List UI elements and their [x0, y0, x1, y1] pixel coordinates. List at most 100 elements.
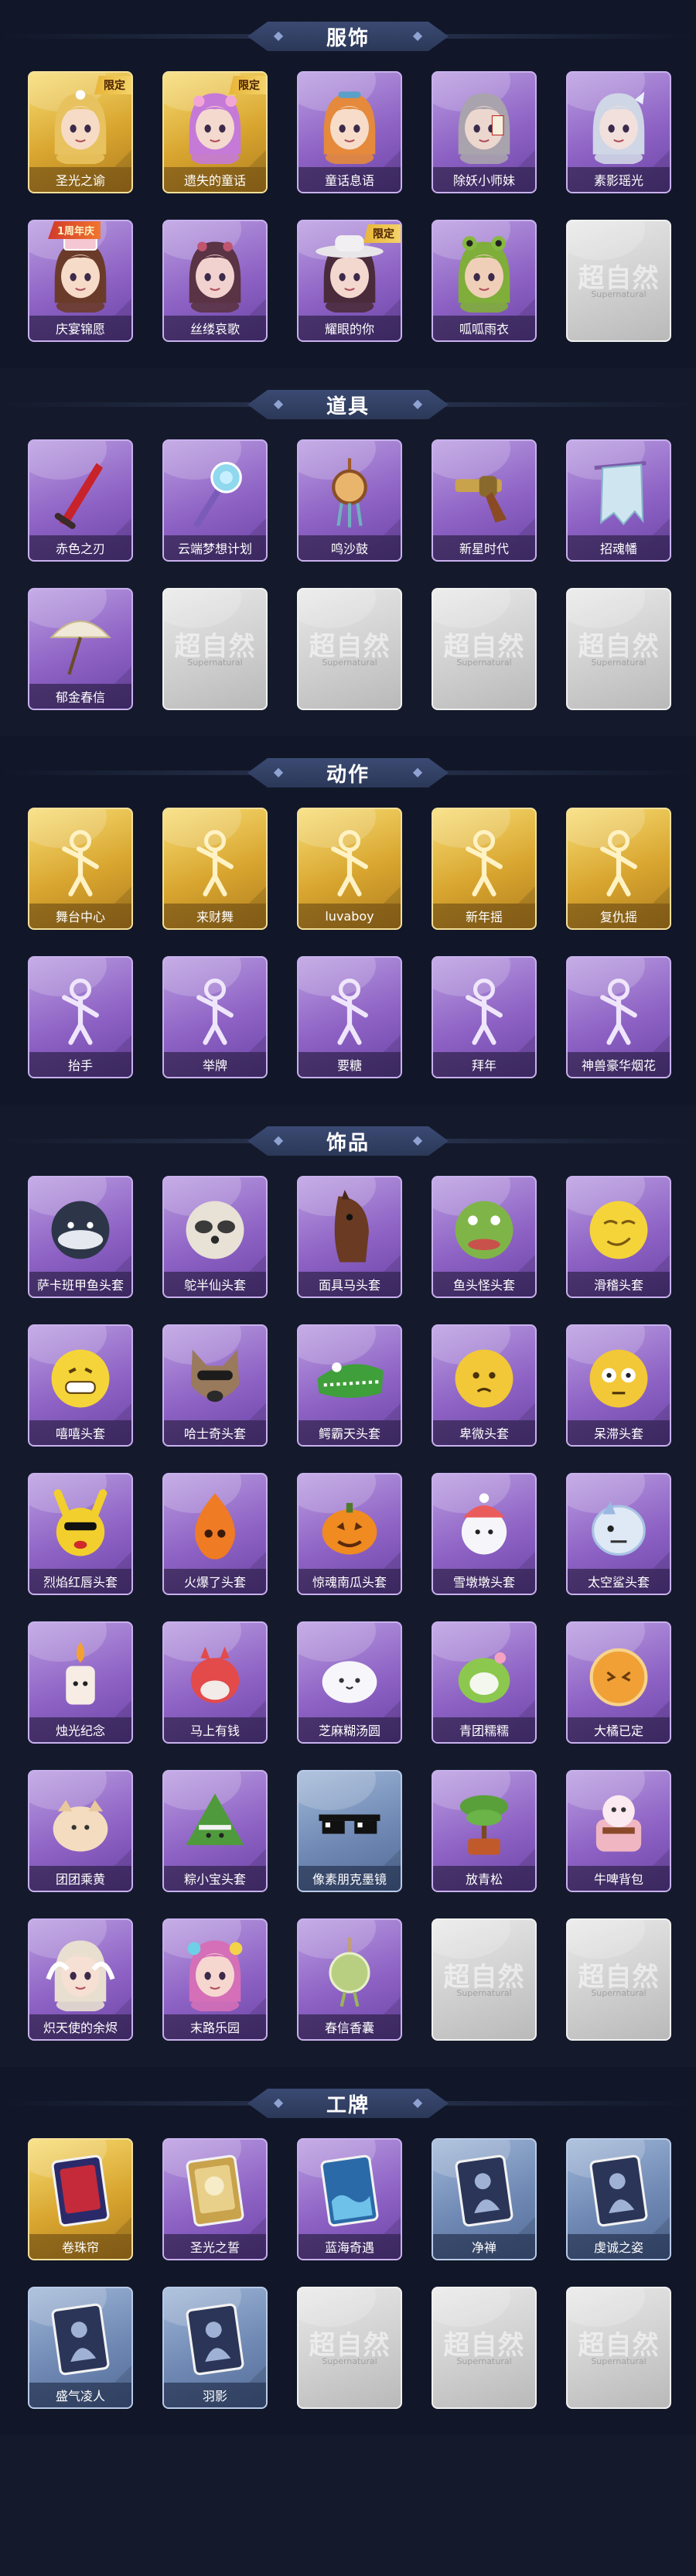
- yellow-mouse-head-icon: [40, 1485, 121, 1566]
- item-card[interactable]: 圣光之誓: [162, 2138, 268, 2260]
- item-name: 卑微头套: [433, 1420, 535, 1445]
- item-card[interactable]: 素影瑶光: [566, 71, 671, 193]
- character-grey-hair-icon: [444, 84, 524, 164]
- item-card[interactable]: 遗失的童话 限定: [162, 71, 268, 193]
- item-card[interactable]: 要糖: [297, 956, 402, 1078]
- item-card[interactable]: 芝麻糊汤圆: [297, 1621, 402, 1744]
- item-name: 盛气凌人: [29, 2383, 131, 2407]
- item-card[interactable]: 复仇摇: [566, 808, 671, 930]
- item-card[interactable]: 赤色之刃: [28, 439, 133, 562]
- item-grid: 舞台中心 来财舞 luvaboy 新年摇 复仇摇抬手 举牌 要糖 拜年 神兽豪华烟花: [0, 808, 696, 1105]
- item-card[interactable]: 舞台中心: [28, 808, 133, 930]
- item-card[interactable]: 团团乘黄: [28, 1770, 133, 1892]
- ornament-left-icon: ◆: [273, 1133, 284, 1147]
- item-card[interactable]: 像素朋克墨镜: [297, 1770, 402, 1892]
- item-card[interactable]: 净禅: [432, 2138, 537, 2260]
- item-card[interactable]: 神兽豪华烟花: [566, 956, 671, 1078]
- orange-slice-icon: [578, 1634, 659, 1714]
- crocodile-head-icon: [309, 1337, 390, 1417]
- zongzi-head-icon: [175, 1782, 255, 1863]
- item-card[interactable]: 举牌: [162, 956, 268, 1078]
- item-name: 蓝海奇遇: [299, 2234, 401, 2259]
- ornament-left-icon: ◆: [273, 28, 284, 43]
- card-sheen: [433, 2288, 510, 2327]
- item-card[interactable]: 马上有钱: [162, 1621, 268, 1744]
- item-card[interactable]: 粽小宝头套: [162, 1770, 268, 1892]
- item-card[interactable]: 新星时代: [432, 439, 537, 562]
- spirit-banner-icon: [578, 452, 659, 532]
- item-card[interactable]: 惊魂南瓜头套: [297, 1473, 402, 1595]
- item-card[interactable]: 卑微头套: [432, 1324, 537, 1447]
- character-orange-hair-icon: [309, 84, 390, 164]
- item-card[interactable]: 蓝海奇遇: [297, 2138, 402, 2260]
- item-card[interactable]: 青团糯糯: [432, 1621, 537, 1744]
- item-card[interactable]: 嘻嘻头套: [28, 1324, 133, 1447]
- badge-card-ocean-icon: [309, 2151, 390, 2231]
- badge-card-silhouette-icon: [175, 2299, 255, 2380]
- item-card[interactable]: 羽影: [162, 2287, 268, 2409]
- item-card[interactable]: 鱼头怪头套: [432, 1176, 537, 1298]
- lucky-horse-icon: [175, 1634, 255, 1714]
- item-name: 面具马头套: [299, 1272, 401, 1297]
- item-card[interactable]: luvaboy: [297, 808, 402, 930]
- item-card[interactable]: 春信香囊: [297, 1918, 402, 2041]
- item-card[interactable]: 烈焰红唇头套: [28, 1473, 133, 1595]
- item-name: 像素朋克墨镜: [299, 1866, 401, 1891]
- item-name: 丝缕哀歌: [164, 316, 266, 340]
- item-card[interactable]: 盛气凌人: [28, 2287, 133, 2409]
- empty-item-slot: 超自然 Supernatural: [566, 588, 671, 710]
- section-4: 工牌 ◆ ◆ 卷珠帘 圣光之誓 蓝海奇遇 净禅 虔诚之姿 盛气凌人 羽影 超自然 Supernatur…: [0, 2067, 696, 2435]
- card-sheen: [433, 1920, 510, 1959]
- item-card[interactable]: 火爆了头套: [162, 1473, 268, 1595]
- item-name: 雪墩墩头套: [433, 1569, 535, 1594]
- section-title: 道具: [326, 395, 370, 419]
- item-card[interactable]: 哈士奇头套: [162, 1324, 268, 1447]
- item-card[interactable]: 卷珠帘: [28, 2138, 133, 2260]
- character-dark-hair-icon: [175, 232, 255, 313]
- item-card[interactable]: 耀眼的你 限定: [297, 220, 402, 342]
- item-card[interactable]: 牛啤背包: [566, 1770, 671, 1892]
- item-card[interactable]: 庆宴锦愿 1周年庆: [28, 220, 133, 342]
- item-card[interactable]: 呱呱雨衣: [432, 220, 537, 342]
- item-card[interactable]: 萨卡班甲鱼头套: [28, 1176, 133, 1298]
- item-card[interactable]: 圣光之谕 限定: [28, 71, 133, 193]
- item-name: 招魂幡: [568, 535, 670, 560]
- item-card[interactable]: 鳄霸天头套: [297, 1324, 402, 1447]
- item-card[interactable]: 虔诚之姿: [566, 2138, 671, 2260]
- item-card[interactable]: 鸣沙鼓: [297, 439, 402, 562]
- pose-newyear-shake-icon: [444, 820, 524, 900]
- item-card[interactable]: 抬手: [28, 956, 133, 1078]
- item-name: 要糖: [299, 1052, 401, 1077]
- item-card[interactable]: 雪墩墩头套: [432, 1473, 537, 1595]
- item-card[interactable]: 烛光纪念: [28, 1621, 133, 1744]
- item-card[interactable]: 大橘已定: [566, 1621, 671, 1744]
- dazed-face-icon: [578, 1337, 659, 1417]
- ornament-left-icon: ◆: [273, 2095, 284, 2110]
- item-card[interactable]: 招魂幡: [566, 439, 671, 562]
- item-card[interactable]: 太空鲨头套: [566, 1473, 671, 1595]
- item-card[interactable]: 来财舞: [162, 808, 268, 930]
- item-card[interactable]: 丝缕哀歌: [162, 220, 268, 342]
- item-name: 庆宴锦愿: [29, 316, 131, 340]
- pose-luvaboy-icon: [309, 820, 390, 900]
- item-card[interactable]: 炽天使的余烬: [28, 1918, 133, 2041]
- badge-card-red-icon: [40, 2151, 121, 2231]
- item-card[interactable]: 新年摇: [432, 808, 537, 930]
- section-header: 动作 ◆ ◆: [0, 736, 696, 808]
- item-card[interactable]: 末路乐园: [162, 1918, 268, 2041]
- item-grid: 赤色之刃 云端梦想计划 鸣沙鼓 新星时代 招魂幡 郁金春信 超自然 Supernatural 超…: [0, 439, 696, 736]
- item-name: 芝麻糊汤圆: [299, 1717, 401, 1742]
- item-card[interactable]: 滑稽头套: [566, 1176, 671, 1298]
- item-name: 新星时代: [433, 535, 535, 560]
- item-card[interactable]: 拜年: [432, 956, 537, 1078]
- item-card[interactable]: 面具马头套: [297, 1176, 402, 1298]
- item-card[interactable]: 除妖小师妹: [432, 71, 537, 193]
- item-card[interactable]: 鸵半仙头套: [162, 1176, 268, 1298]
- card-sheen: [299, 589, 376, 628]
- item-card[interactable]: 郁金春信: [28, 588, 133, 710]
- item-card[interactable]: 童话息语: [297, 71, 402, 193]
- placeholder-watermark-sub: Supernatural: [591, 1988, 647, 1998]
- item-card[interactable]: 云端梦想计划: [162, 439, 268, 562]
- item-card[interactable]: 呆滞头套: [566, 1324, 671, 1447]
- item-card[interactable]: 放青松: [432, 1770, 537, 1892]
